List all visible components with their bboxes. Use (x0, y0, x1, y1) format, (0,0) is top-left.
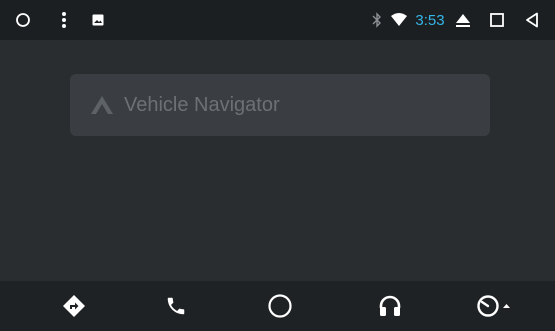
navigator-chevron-icon (90, 95, 114, 115)
bottom-nav-bar (0, 281, 555, 331)
vehicle-navigator-card[interactable]: Vehicle Navigator (70, 74, 490, 136)
status-bar: 3:53 (0, 0, 555, 40)
gauge-icon[interactable] (462, 281, 530, 331)
wifi-icon (389, 0, 409, 40)
circle-icon[interactable] (12, 0, 34, 40)
headphones-icon[interactable] (360, 281, 420, 331)
directions-icon[interactable] (44, 281, 104, 331)
eject-icon[interactable] (452, 0, 474, 40)
bluetooth-icon (370, 0, 384, 40)
clock-time: 3:53 (412, 0, 448, 40)
square-icon[interactable] (486, 0, 508, 40)
time-text: 3:53 (415, 11, 445, 29)
home-circle-icon[interactable] (250, 281, 310, 331)
overflow-menu-icon[interactable] (54, 0, 74, 40)
card-title: Vehicle Navigator (124, 93, 280, 116)
image-icon (88, 0, 108, 40)
phone-icon[interactable] (146, 281, 206, 331)
back-triangle-icon[interactable] (520, 0, 544, 40)
